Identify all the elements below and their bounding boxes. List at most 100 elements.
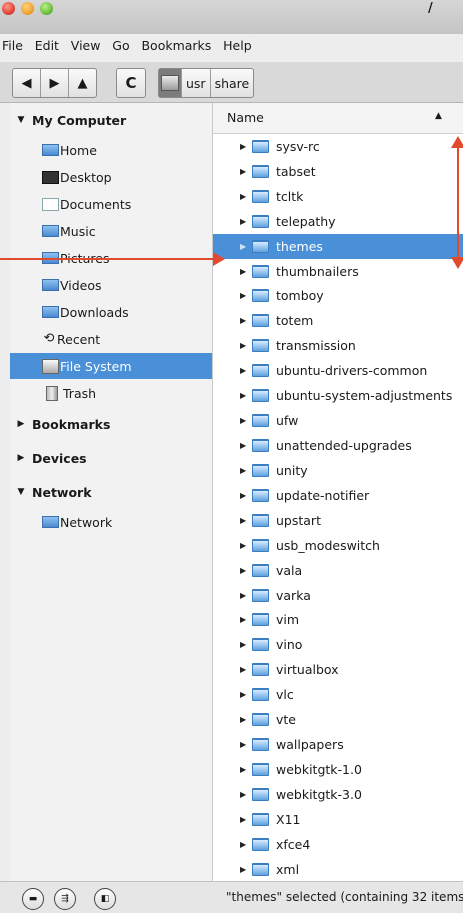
sidebar-item-home[interactable]: Home <box>10 137 212 163</box>
up-button[interactable]: ▲ <box>69 69 96 97</box>
expander-icon[interactable]: ▶ <box>240 815 249 824</box>
expander-icon[interactable]: ▶ <box>240 865 249 874</box>
list-item[interactable]: ▶ totem <box>213 308 463 333</box>
list-item-label: unattended-upgrades <box>276 438 412 454</box>
sidebar-item-trash[interactable]: Trash <box>10 380 212 406</box>
menu-file[interactable]: File <box>0 38 23 53</box>
expander-icon[interactable]: ▶ <box>240 366 249 375</box>
expander-icon[interactable]: ▶ <box>240 341 249 350</box>
sidebar-section-bookmarks[interactable]: ▶ Bookmarks <box>10 411 212 437</box>
expander-icon[interactable]: ▶ <box>240 615 249 624</box>
list-item[interactable]: ▶ vino <box>213 632 463 657</box>
expander-icon[interactable]: ▶ <box>240 541 249 550</box>
expander-icon[interactable]: ▶ <box>240 291 249 300</box>
expander-icon[interactable]: ▶ <box>240 765 249 774</box>
list-item[interactable]: ▶ thumbnailers <box>213 259 463 284</box>
show-places-button[interactable]: ▬ <box>22 888 44 910</box>
expander-icon[interactable]: ▶ <box>240 640 249 649</box>
expander-icon[interactable]: ▶ <box>240 790 249 799</box>
sidebar-item-file-system[interactable]: File System <box>10 353 212 379</box>
expander-icon[interactable]: ▶ <box>240 217 249 226</box>
expander-icon[interactable]: ▶ <box>240 516 249 525</box>
sidebar-item-music[interactable]: Music <box>10 218 212 244</box>
list-item[interactable]: ▶ ubuntu-drivers-common <box>213 358 463 383</box>
back-button[interactable]: ◀ <box>13 69 41 97</box>
sidebar-item-downloads[interactable]: Downloads <box>10 299 212 325</box>
expander-icon[interactable]: ▶ <box>240 441 249 450</box>
breadcrumb-share[interactable]: share <box>211 69 254 97</box>
close-icon[interactable] <box>2 2 15 15</box>
file-manager-window: / File Edit View Go Bookmarks Help ◀ ▶ ▲… <box>0 0 463 913</box>
expander-icon[interactable]: ▶ <box>240 391 249 400</box>
expander-icon[interactable]: ▶ <box>240 591 249 600</box>
list-item[interactable]: ▶ ufw <box>213 408 463 433</box>
folder-icon <box>252 738 269 752</box>
expander-icon[interactable]: ▶ <box>240 466 249 475</box>
folder-icon <box>252 513 269 527</box>
list-item[interactable]: ▶ telepathy <box>213 209 463 234</box>
list-item[interactable]: ▶ usb_modeswitch <box>213 533 463 558</box>
menu-go[interactable]: Go <box>110 38 129 53</box>
list-item[interactable]: ▶ X11 <box>213 807 463 832</box>
list-item[interactable]: ▶ sysv-rc <box>213 134 463 159</box>
sidebar-item-network[interactable]: Network <box>10 509 212 535</box>
menu-view[interactable]: View <box>69 38 101 53</box>
expander-icon[interactable]: ▶ <box>240 715 249 724</box>
expander-icon[interactable]: ▶ <box>240 491 249 500</box>
list-item[interactable]: ▶ vim <box>213 608 463 633</box>
list-item-label: telepathy <box>276 213 336 229</box>
expander-icon[interactable]: ▶ <box>240 192 249 201</box>
list-item[interactable]: ▶ xfce4 <box>213 832 463 857</box>
maximize-icon[interactable] <box>40 2 53 15</box>
sidebar-section-my-computer[interactable]: ▼ My Computer <box>10 107 212 133</box>
list-item[interactable]: ▶ varka <box>213 583 463 608</box>
list-item[interactable]: ▶ xml <box>213 857 463 881</box>
expander-icon[interactable]: ▶ <box>240 840 249 849</box>
expander-icon[interactable]: ▶ <box>240 740 249 749</box>
list-item[interactable]: ▶ tabset <box>213 159 463 184</box>
menu-edit[interactable]: Edit <box>33 38 59 53</box>
folder-icon <box>252 164 269 178</box>
list-item[interactable]: ▶ upstart <box>213 508 463 533</box>
column-header-name[interactable]: Name ▲ <box>213 103 463 134</box>
list-item[interactable]: ▶ tcltk <box>213 184 463 209</box>
expander-icon[interactable]: ▶ <box>240 316 249 325</box>
breadcrumb-root[interactable] <box>159 69 182 97</box>
list-item[interactable]: ▶ unattended-upgrades <box>213 433 463 458</box>
forward-button[interactable]: ▶ <box>41 69 69 97</box>
list-item[interactable]: ▶ vlc <box>213 682 463 707</box>
menu-help[interactable]: Help <box>221 38 252 53</box>
list-item[interactable]: ▶ vala <box>213 558 463 583</box>
expander-icon[interactable]: ▶ <box>240 566 249 575</box>
expander-icon[interactable]: ▶ <box>240 665 249 674</box>
expander-icon[interactable]: ▶ <box>240 242 249 251</box>
list-item[interactable]: ▶ virtualbox <box>213 657 463 682</box>
list-item[interactable]: ▶ transmission <box>213 333 463 358</box>
show-tree-button[interactable]: ⇶ <box>54 888 76 910</box>
list-item[interactable]: ▶ wallpapers <box>213 732 463 757</box>
minimize-icon[interactable] <box>21 2 34 15</box>
list-item[interactable]: ▶ tomboy <box>213 284 463 309</box>
expander-icon[interactable]: ▶ <box>240 690 249 699</box>
expander-icon[interactable]: ▶ <box>240 416 249 425</box>
sidebar-item-desktop[interactable]: Desktop <box>10 164 212 190</box>
menu-bookmarks[interactable]: Bookmarks <box>139 38 211 53</box>
list-item-selected[interactable]: ▶ themes <box>213 233 463 259</box>
expander-icon[interactable]: ▶ <box>240 267 249 276</box>
reload-button[interactable]: C <box>116 68 146 98</box>
list-item[interactable]: ▶ ubuntu-system-adjustments <box>213 383 463 408</box>
list-item[interactable]: ▶ vte <box>213 707 463 732</box>
expander-icon[interactable]: ▶ <box>240 142 249 151</box>
sidebar-section-devices[interactable]: ▶ Devices <box>10 445 212 471</box>
sidebar-section-network[interactable]: ▼ Network <box>10 479 212 505</box>
list-item[interactable]: ▶ unity <box>213 458 463 483</box>
toggle-sidebar-button[interactable]: ◧ <box>94 888 116 910</box>
sidebar-item-recent[interactable]: ⟲ Recent <box>10 326 212 352</box>
sidebar-item-documents[interactable]: Documents <box>10 191 212 217</box>
list-item[interactable]: ▶ update-notifier <box>213 483 463 508</box>
list-item[interactable]: ▶ webkitgtk-3.0 <box>213 782 463 807</box>
breadcrumb-usr[interactable]: usr <box>182 69 211 97</box>
sidebar-item-videos[interactable]: Videos <box>10 272 212 298</box>
list-item[interactable]: ▶ webkitgtk-1.0 <box>213 757 463 782</box>
expander-icon[interactable]: ▶ <box>240 167 249 176</box>
